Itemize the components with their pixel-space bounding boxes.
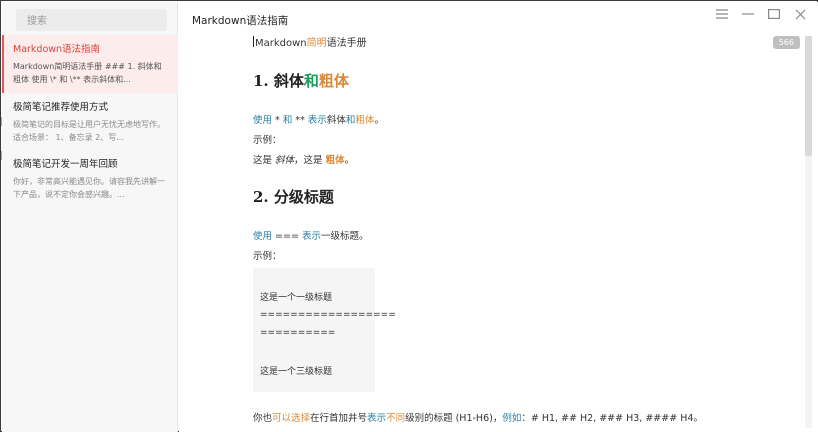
text-part: ===: [272, 231, 302, 242]
text-part: ，这是: [294, 155, 326, 166]
example-label: 示例：: [253, 251, 282, 262]
doc-title-part: 语法手册: [326, 38, 367, 49]
heading-italic-bold: 1. 斜体和粗体: [253, 70, 349, 91]
text-part: **: [292, 115, 308, 126]
text-part: 表示: [307, 115, 327, 126]
text-part: 一级标题。: [320, 231, 369, 242]
text-part: 表示: [367, 413, 387, 424]
word-count-badge: 566: [772, 36, 800, 49]
example-label: 示例：: [253, 135, 282, 146]
search-input[interactable]: [16, 10, 167, 33]
code-line: 这是一个一级标题: [260, 293, 333, 303]
text-part: 表示: [301, 231, 321, 242]
text-part: 可以选择: [272, 413, 311, 424]
paragraph-usage: 使用 * 和 ** 表示斜体和粗体。: [253, 112, 384, 126]
text-part: 和: [282, 115, 293, 126]
menu-icon[interactable]: [714, 7, 730, 21]
note-title: 极简笔记开发一周年回顾: [13, 159, 118, 170]
code-line: ==================: [260, 310, 396, 320]
heading-levels: 2. 分级标题: [253, 188, 334, 206]
note-snippet: 极简笔记的目标是让用户无忧无虑地写作。 适合场景： 1、备忘录 2、写...: [13, 120, 165, 142]
app-window: Markdown语法指南 Markdown简明语法手册 ### 1. 斜体和粗体…: [0, 0, 818, 432]
minimize-icon[interactable]: [740, 7, 756, 21]
code-line: ==========: [260, 328, 336, 338]
text-part: 。: [374, 115, 384, 126]
note-snippet: 你好，非常高兴能遇见你。请容我先讲解一下产品，说不定你会感兴趣。...: [13, 177, 165, 199]
note-item-anniversary[interactable]: 极简笔记开发一周年回顾 你好，非常高兴能遇见你。请容我先讲解一下产品，说不定你会…: [2, 158, 178, 212]
text-part: 斜体: [326, 115, 346, 126]
window-title: Markdown语法指南: [192, 15, 289, 27]
scroll-thumb[interactable]: [805, 36, 812, 156]
scrollbar[interactable]: [805, 36, 812, 428]
search-box[interactable]: [16, 9, 167, 33]
maximize-icon[interactable]: [766, 7, 782, 21]
text-part: 斜体: [275, 155, 295, 166]
text-part: 。: [344, 155, 355, 166]
paragraph-headings: 你也可以选择在行首加井号表示不同级别的标题 (H1-H6)，例如：# H1, #…: [253, 410, 703, 424]
note-title: Markdown语法指南: [13, 44, 101, 55]
text-part: ：# H1, ## H2, ### H3, #### H4。: [521, 413, 703, 424]
doc-title-part: 简明: [306, 38, 327, 49]
text-part: 粗体: [325, 155, 345, 166]
doc-title-line: Markdown简明语法手册: [253, 34, 367, 49]
editor-pane: Markdown语法指南 566 Markdown简明语法手册 1. 斜体和粗体…: [179, 2, 818, 432]
note-title: 极简笔记推荐使用方式: [13, 102, 109, 113]
text-part: 这是: [253, 155, 276, 166]
note-snippet: Markdown简明语法手册 ### 1. 斜体和粗体 使用 \* 和 \** …: [13, 62, 162, 84]
note-item-markdown-guide[interactable]: Markdown语法指南 Markdown简明语法手册 ### 1. 斜体和粗体…: [2, 35, 178, 93]
text-part: *: [272, 115, 283, 126]
heading-part: 和: [303, 72, 319, 90]
text-part: 不同: [386, 413, 406, 424]
note-item-usage[interactable]: 极简笔记推荐使用方式 极简笔记的目标是让用户无忧无虑地写作。 适合场景： 1、备…: [2, 101, 178, 155]
doc-title-part: Markdown: [255, 38, 307, 49]
close-icon[interactable]: [792, 7, 808, 21]
heading-part: 粗体: [318, 72, 349, 90]
text-part: 粗体: [355, 115, 375, 126]
text-part: 级别的标题 (H1-H6)，: [405, 413, 503, 424]
code-block: 这是一个一级标题 ================== ========== 这…: [253, 268, 396, 392]
text-part: 使用: [253, 231, 273, 242]
text-caret: [253, 36, 254, 47]
paragraph-levels: 使用 === 表示一级标题。: [253, 228, 368, 242]
text-part: 和: [345, 115, 356, 126]
window-controls: [714, 7, 808, 21]
code-line: 这是一个三级标题: [260, 367, 333, 377]
example-line: 这是 斜体，这是 粗体。: [253, 152, 354, 166]
text-part: 在行首加井号: [310, 413, 368, 424]
text-part: 你也: [253, 413, 273, 424]
text-part: 使用: [253, 115, 273, 126]
text-part: 例如: [502, 413, 522, 424]
heading-part: 1. 斜体: [253, 72, 304, 90]
notes-sidebar: Markdown语法指南 Markdown简明语法手册 ### 1. 斜体和粗体…: [2, 2, 178, 432]
